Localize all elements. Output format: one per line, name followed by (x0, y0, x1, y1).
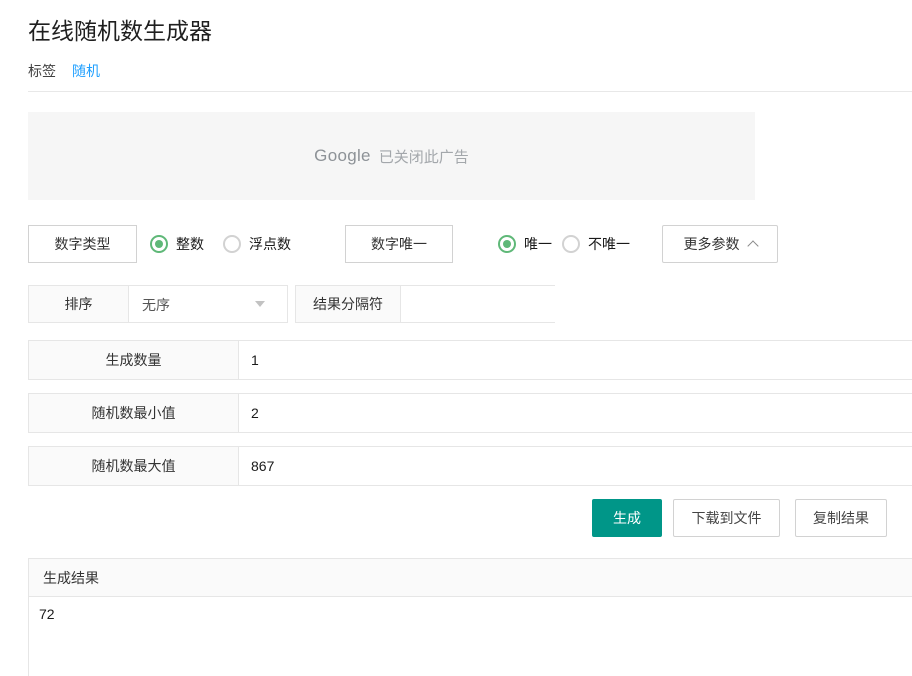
radio-integer[interactable]: 整数 (150, 225, 204, 263)
radio-not-unique[interactable]: 不唯一 (562, 225, 630, 263)
radio-unchecked-icon (223, 235, 241, 253)
radio-unchecked-icon (562, 235, 580, 253)
result-value: 72 (29, 597, 912, 676)
tags-label: 标签 (28, 63, 56, 79)
sort-select[interactable]: 无序 (129, 286, 287, 322)
copy-result-button[interactable]: 复制结果 (795, 499, 887, 537)
min-value-input[interactable] (239, 394, 912, 432)
sort-selected-value: 无序 (142, 295, 170, 315)
header-divider (28, 91, 912, 92)
max-value-label: 随机数最大值 (29, 447, 239, 485)
radio-checked-icon (150, 235, 168, 253)
chevron-up-icon (747, 240, 758, 251)
radio-checked-icon (498, 235, 516, 253)
radio-float[interactable]: 浮点数 (223, 225, 291, 263)
chevron-down-icon (255, 301, 265, 307)
tag-bar: 标签 随机 (28, 61, 56, 81)
min-value-label: 随机数最小值 (29, 394, 239, 432)
generate-button[interactable]: 生成 (592, 499, 662, 537)
ad-banner: Google 已关闭此广告 (28, 112, 755, 200)
radio-float-label: 浮点数 (249, 234, 291, 254)
separator-label: 结果分隔符 (296, 286, 401, 322)
radio-integer-label: 整数 (176, 234, 204, 254)
count-label: 生成数量 (29, 341, 239, 379)
max-value-row: 随机数最大值 (28, 446, 912, 486)
separator-input[interactable] (401, 286, 555, 322)
max-value-input[interactable] (239, 447, 912, 485)
more-params-label: 更多参数 (684, 234, 740, 254)
min-value-row: 随机数最小值 (28, 393, 912, 433)
uniqueness-label: 数字唯一 (345, 225, 453, 263)
sort-group: 排序 无序 (28, 285, 288, 323)
more-params-button[interactable]: 更多参数 (662, 225, 778, 263)
radio-not-unique-label: 不唯一 (588, 234, 630, 254)
separator-group: 结果分隔符 (295, 285, 555, 323)
result-header: 生成结果 (29, 559, 912, 597)
count-input[interactable] (239, 341, 912, 379)
result-panel: 生成结果 72 (28, 558, 912, 676)
tag-random-link[interactable]: 随机 (72, 61, 100, 81)
ad-closed-message: 已关闭此广告 (379, 146, 469, 167)
radio-unique[interactable]: 唯一 (498, 225, 552, 263)
sort-label: 排序 (29, 286, 129, 322)
number-type-label: 数字类型 (28, 225, 137, 263)
count-row: 生成数量 (28, 340, 912, 380)
page-title: 在线随机数生成器 (28, 12, 212, 46)
download-button[interactable]: 下载到文件 (673, 499, 780, 537)
random-number-generator-page: 在线随机数生成器 标签 随机 Google 已关闭此广告 数字类型 整数 浮点数… (0, 0, 912, 676)
radio-unique-label: 唯一 (524, 234, 552, 254)
google-logo-text: Google (314, 146, 371, 166)
